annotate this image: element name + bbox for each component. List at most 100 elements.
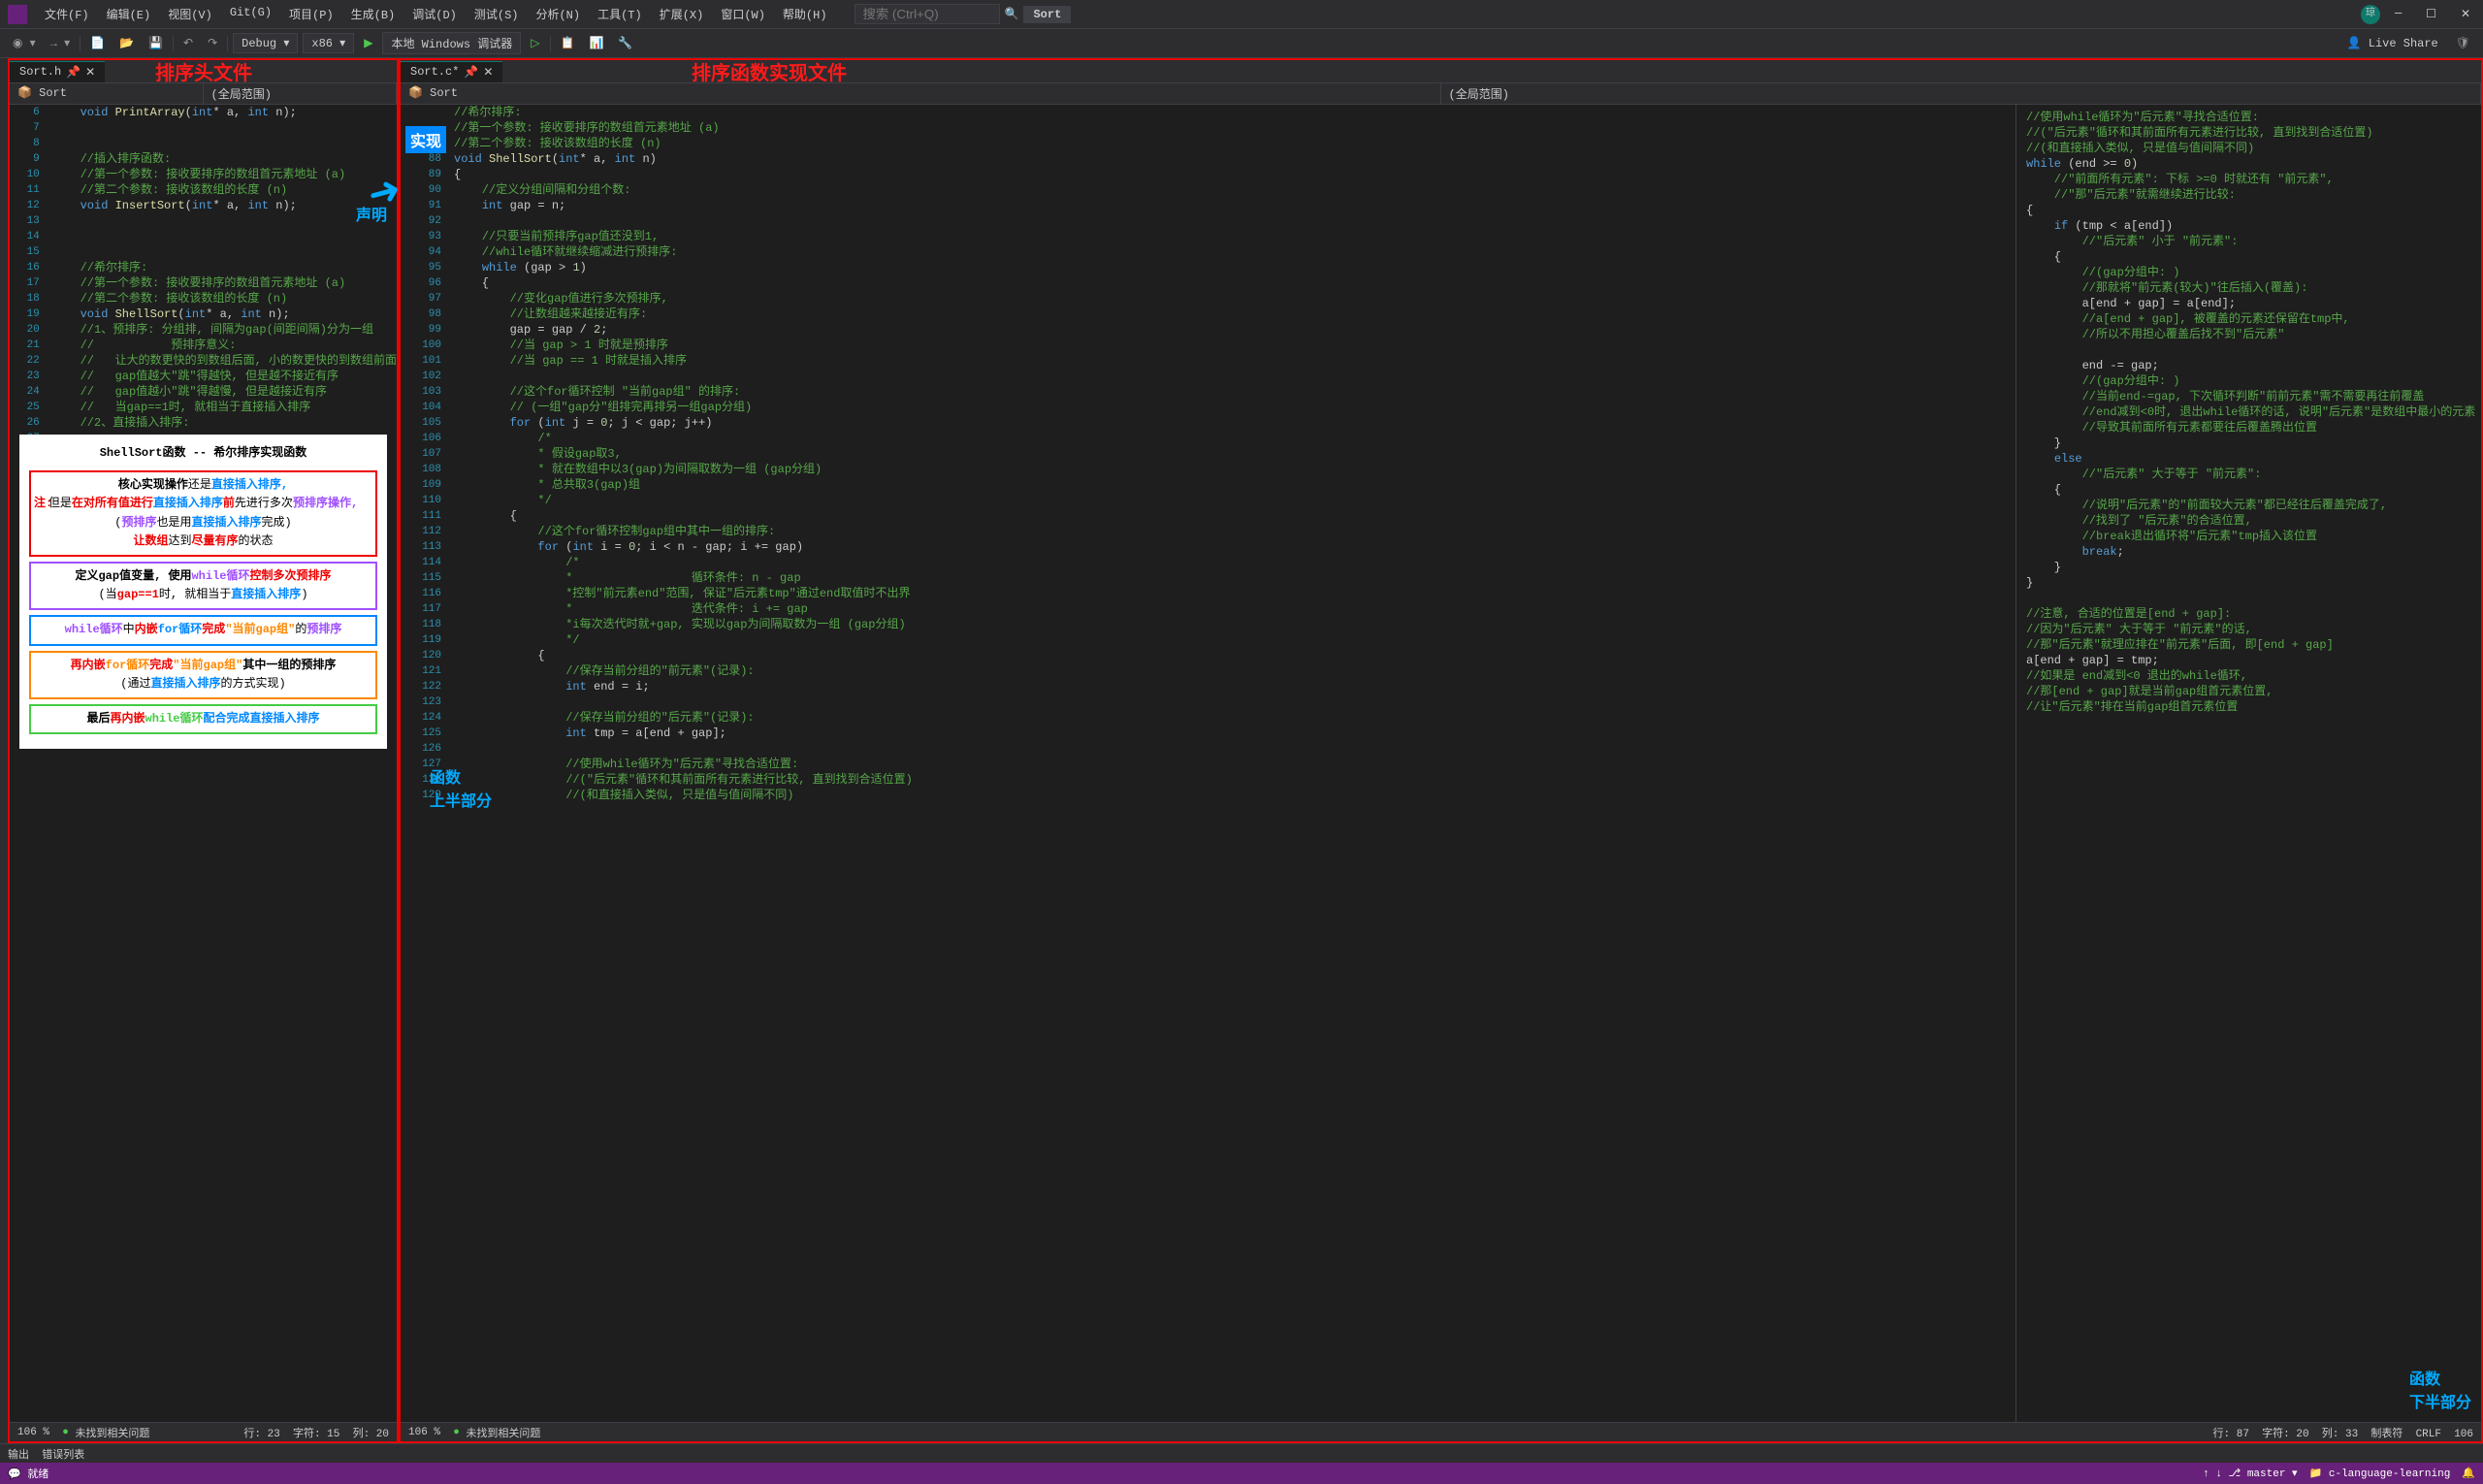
- code-line[interactable]: //希尔排序:: [454, 105, 2015, 120]
- code-line[interactable]: //这个for循环控制 "当前gap组" 的排序:: [454, 384, 2015, 400]
- menu-analyze[interactable]: 分析(N): [528, 2, 588, 26]
- code-line[interactable]: }: [2026, 560, 2476, 575]
- menu-tools[interactable]: 工具(T): [590, 2, 650, 26]
- left-editor[interactable]: 声明 6789101112131415161718192021222324252…: [10, 105, 397, 1422]
- code-line[interactable]: {: [2026, 203, 2476, 218]
- close-icon[interactable]: ✕: [483, 65, 493, 80]
- code-line[interactable]: //变化gap值进行多次预排序,: [454, 291, 2015, 306]
- code-line[interactable]: [2026, 342, 2476, 358]
- code-line[interactable]: //这个for循环控制gap组中其中一组的排序:: [454, 524, 2015, 539]
- code-line[interactable]: //找到了 "后元素"的合适位置,: [2026, 513, 2476, 529]
- code-line[interactable]: //当 gap > 1 时就是预排序: [454, 338, 2015, 353]
- tb-icon-1[interactable]: 📋: [556, 34, 580, 52]
- code-line[interactable]: * 假设gap取3,: [454, 446, 2015, 462]
- redo-button[interactable]: ↷: [203, 34, 222, 52]
- code-line[interactable]: //(和直接插入类似, 只是值与值间隔不同): [2026, 141, 2476, 156]
- code-line[interactable]: //当 gap == 1 时就是插入排序: [454, 353, 2015, 369]
- code-line[interactable]: //1、预排序: 分组排, 间隔为gap(间距间隔)分为一组: [52, 322, 397, 338]
- code-line[interactable]: [52, 136, 397, 151]
- code-line[interactable]: //保存当前分组的"前元素"(记录):: [454, 663, 2015, 679]
- code-line[interactable]: }: [2026, 436, 2476, 451]
- code-line[interactable]: //定义分组间隔和分组个数:: [454, 182, 2015, 198]
- menu-window[interactable]: 窗口(W): [713, 2, 773, 26]
- code-line[interactable]: void InsertSort(int* a, int n);: [52, 198, 397, 213]
- code-line[interactable]: *控制"前元素end"范围, 保证"后元素tmp"通过end取值时不出界: [454, 586, 2015, 601]
- code-line[interactable]: //while循环就继续缩减进行预排序:: [454, 244, 2015, 260]
- code-line[interactable]: // (一组"gap分"组排完再排另一组gap分组): [454, 400, 2015, 415]
- code-line[interactable]: else: [2026, 451, 2476, 467]
- forward-button[interactable]: → ▾: [46, 34, 75, 52]
- nav-scope[interactable]: (全局范围): [204, 83, 398, 104]
- code-line[interactable]: // 预排序意义:: [52, 338, 397, 353]
- code-line[interactable]: //a[end + gap], 被覆盖的元素还保留在tmp中,: [2026, 311, 2476, 327]
- code-line[interactable]: // gap值越小"跳"得越慢, 但是越接近有序: [52, 384, 397, 400]
- code-line[interactable]: // gap值越大"跳"得越快, 但是越不接近有序: [52, 369, 397, 384]
- code-line[interactable]: for (int j = 0; j < gap; j++): [454, 415, 2015, 431]
- close-button[interactable]: ✕: [2456, 7, 2475, 21]
- debug-target[interactable]: 本地 Windows 调试器: [382, 32, 521, 54]
- code-line[interactable]: //("后元素"循环和其前面所有元素进行比较, 直到找到合适位置): [2026, 125, 2476, 141]
- platform-dropdown[interactable]: x86 ▾: [303, 33, 354, 53]
- maximize-button[interactable]: ☐: [2421, 7, 2441, 21]
- code-line[interactable]: //(gap分组中: ): [2026, 265, 2476, 280]
- code-line[interactable]: void PrintArray(int* a, int n);: [52, 105, 397, 120]
- code-line[interactable]: //第二个参数: 接收该数组的长度 (n): [52, 182, 397, 198]
- open-button[interactable]: 📂: [114, 34, 139, 52]
- code-line[interactable]: //导致其前面所有元素都要往后覆盖腾出位置: [2026, 420, 2476, 436]
- code-line[interactable]: //("后元素"循环和其前面所有元素进行比较, 直到找到合适位置): [454, 772, 2015, 788]
- code-line[interactable]: // 让大的数更快的到数组后面, 小的数更快的到数组前面: [52, 353, 397, 369]
- code-line[interactable]: {: [454, 508, 2015, 524]
- code-line[interactable]: break;: [2026, 544, 2476, 560]
- code-line[interactable]: void ShellSort(int* a, int n);: [52, 306, 397, 322]
- code-line[interactable]: /*: [454, 555, 2015, 570]
- code-line[interactable]: //让"后元素"排在当前gap组首元素位置: [2026, 699, 2476, 715]
- code-line[interactable]: [454, 369, 2015, 384]
- code-line[interactable]: //如果是 end减到<0 退出的while循环,: [2026, 668, 2476, 684]
- save-button[interactable]: 💾: [144, 34, 168, 52]
- code-line[interactable]: //"后元素" 小于 "前元素":: [2026, 234, 2476, 249]
- code-line[interactable]: {: [2026, 482, 2476, 498]
- code-line[interactable]: {: [454, 648, 2015, 663]
- code-line[interactable]: // 当gap==1时, 就相当于直接插入排序: [52, 400, 397, 415]
- minimize-button[interactable]: ─: [2390, 7, 2406, 21]
- code-line[interactable]: //说明"后元素"的"前面较大元素"都已经往后覆盖完成了,: [2026, 498, 2476, 513]
- code-line[interactable]: [454, 213, 2015, 229]
- menu-debug[interactable]: 调试(D): [404, 2, 465, 26]
- code-line[interactable]: while (end >= 0): [2026, 156, 2476, 172]
- code-line[interactable]: //end减到<0时, 退出while循环的话, 说明"后元素"是数组中最小的元…: [2026, 404, 2476, 420]
- pin-icon[interactable]: 📌: [464, 65, 478, 80]
- code-line[interactable]: //那"后元素"就理应排在"前元素"后面, 即[end + gap]: [2026, 637, 2476, 653]
- issues[interactable]: 未找到相关问题: [466, 1425, 540, 1440]
- code-line[interactable]: //所以不用担心覆盖后找不到"后元素": [2026, 327, 2476, 342]
- code-line[interactable]: {: [2026, 249, 2476, 265]
- code-line[interactable]: * 迭代条件: i += gap: [454, 601, 2015, 617]
- code-line[interactable]: gap = gap / 2;: [454, 322, 2015, 338]
- code-line[interactable]: //保存当前分组的"后元素"(记录):: [454, 710, 2015, 726]
- code-line[interactable]: for (int i = 0; i < n - gap; i += gap): [454, 539, 2015, 555]
- code-line[interactable]: int gap = n;: [454, 198, 2015, 213]
- play-icon[interactable]: ▶: [359, 34, 377, 52]
- code-line[interactable]: [52, 213, 397, 229]
- code-line[interactable]: * 总共取3(gap)组: [454, 477, 2015, 493]
- code-line[interactable]: //只要当前预排序gap值还没到1,: [454, 229, 2015, 244]
- code-line[interactable]: */: [454, 632, 2015, 648]
- code-line[interactable]: //使用while循环为"后元素"寻找合适位置:: [2026, 110, 2476, 125]
- menu-test[interactable]: 测试(S): [467, 2, 527, 26]
- code-line[interactable]: //使用while循环为"后元素"寻找合适位置:: [454, 757, 2015, 772]
- menu-build[interactable]: 生成(B): [343, 2, 403, 26]
- undo-button[interactable]: ↶: [178, 34, 198, 52]
- code-line[interactable]: //"前面所有元素": 下标 >=0 时就还有 "前元素",: [2026, 172, 2476, 187]
- new-file-button[interactable]: 📄: [85, 34, 110, 52]
- tab-errors[interactable]: 错误列表: [42, 1446, 84, 1462]
- code-line[interactable]: *i每次迭代时就+gap, 实现以gap为间隔取数为一组 (gap分组): [454, 617, 2015, 632]
- code-line[interactable]: //当前end-=gap, 下次循环判断"前前元素"需不需要再往前覆盖: [2026, 389, 2476, 404]
- code-line[interactable]: //"那"后元素"就需继续进行比较:: [2026, 187, 2476, 203]
- code-line[interactable]: int end = i;: [454, 679, 2015, 694]
- code-line[interactable]: //第一个参数: 接收要排序的数组首元素地址 (a): [52, 275, 397, 291]
- menu-git[interactable]: Git(G): [222, 2, 279, 26]
- code-line[interactable]: end -= gap;: [2026, 358, 2476, 373]
- code-line[interactable]: //第二个参数: 接收该数组的长度 (n): [454, 136, 2015, 151]
- menu-view[interactable]: 视图(V): [160, 2, 220, 26]
- menu-file[interactable]: 文件(F): [37, 2, 97, 26]
- nav-scope[interactable]: (全局范围): [1441, 83, 2482, 104]
